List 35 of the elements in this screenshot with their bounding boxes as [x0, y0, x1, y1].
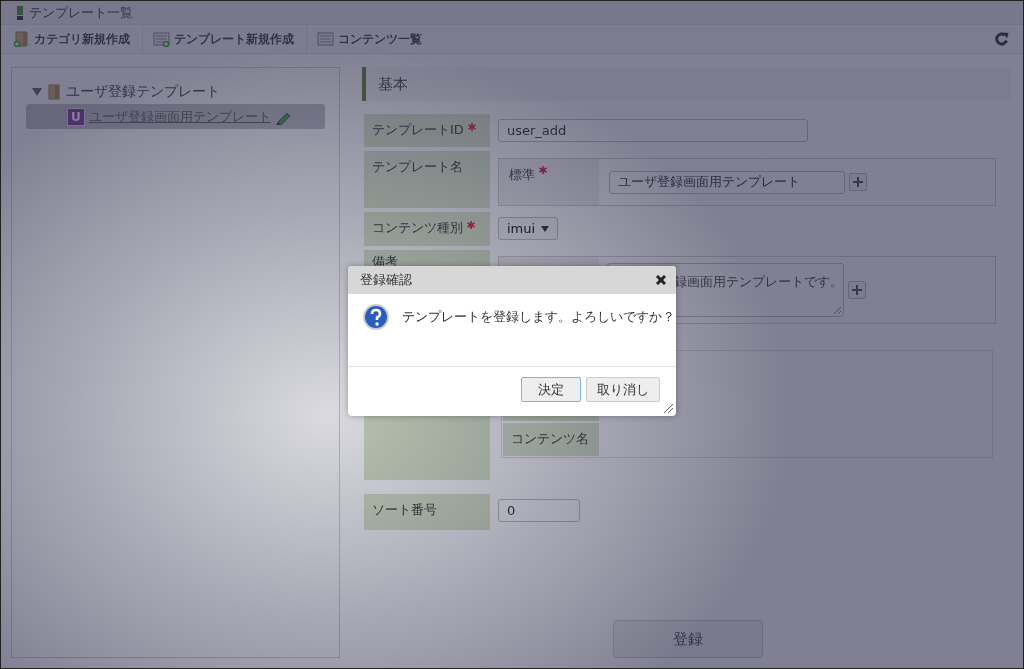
dropdown[interactable]: imui	[498, 217, 559, 240]
input-field[interactable]: ユーザ登録画面用テンプレート	[609, 170, 845, 194]
field-label: テンプレートID	[364, 114, 490, 147]
input-field[interactable]: user_add	[498, 119, 808, 142]
add-button[interactable]	[848, 281, 866, 299]
dialog-button[interactable]: 決定	[521, 377, 581, 402]
field-label: コンテンツ名	[503, 422, 599, 456]
folder-add-icon	[13, 30, 30, 48]
refresh-icon[interactable]	[995, 32, 1009, 46]
resize-grip-icon	[663, 403, 673, 413]
expanded-arrow-icon[interactable]	[32, 87, 42, 97]
template-badge: U	[67, 107, 85, 126]
toolbar-button[interactable]: コンテンツ一覧	[317, 25, 434, 53]
field-label: ソート番号	[364, 494, 490, 530]
plus-icon	[852, 285, 862, 295]
dialog-button[interactable]: 取り消し	[586, 377, 660, 402]
plus-icon	[853, 177, 863, 187]
title-marker-icon	[17, 5, 23, 20]
folder-icon	[48, 84, 60, 100]
tree-folder-label[interactable]: ユーザ登録テンプレート	[66, 83, 220, 101]
close-icon[interactable]	[656, 275, 666, 285]
question-icon	[362, 303, 390, 331]
resize-grip-icon	[833, 306, 841, 314]
toolbar-button[interactable]: テンプレート新規作成	[153, 25, 307, 53]
list-icon	[317, 30, 334, 48]
add-button[interactable]	[849, 173, 867, 191]
document-add-icon	[153, 30, 170, 48]
toolbar-button[interactable]: カテゴリ新規作成	[13, 25, 143, 53]
caret-icon	[541, 225, 550, 232]
field-label: テンプレート名	[364, 151, 490, 208]
input-field[interactable]: 0	[498, 499, 580, 522]
locale-label: 標準	[499, 159, 599, 205]
section-header: 基本	[362, 67, 1011, 101]
register-button[interactable]: 登録	[612, 620, 763, 658]
field-label: コンテンツ種別	[364, 212, 490, 246]
